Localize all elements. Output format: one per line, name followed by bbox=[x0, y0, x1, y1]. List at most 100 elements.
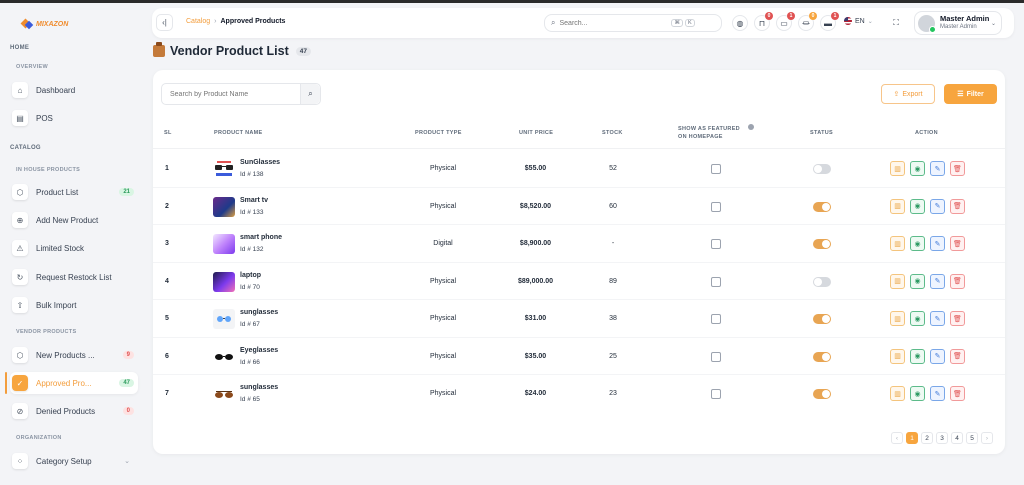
trash-icon: 🗑 bbox=[953, 240, 962, 248]
eye-icon: ◉ bbox=[914, 165, 921, 173]
edit-button[interactable]: ✎ bbox=[930, 386, 945, 401]
wallet-button[interactable]: ▬ 1 bbox=[820, 12, 839, 31]
sidebar-item-request-restock[interactable]: ↻ Request Restock List bbox=[10, 266, 138, 288]
product-type: Digital bbox=[433, 240, 453, 247]
product-name-link[interactable]: smart phone bbox=[240, 234, 282, 241]
view-button[interactable]: ◉ bbox=[910, 348, 925, 364]
view-button[interactable]: ◉ bbox=[910, 386, 925, 401]
edit-button[interactable]: ✎ bbox=[930, 311, 945, 326]
messages-badge: 1 bbox=[787, 12, 795, 20]
global-search-input[interactable] bbox=[559, 19, 670, 27]
edit-button[interactable]: ✎ bbox=[930, 161, 945, 176]
product-search-button[interactable]: ⌕ bbox=[300, 84, 320, 104]
pencil-icon: ✎ bbox=[934, 203, 941, 210]
delete-button[interactable]: 🗑 bbox=[950, 198, 965, 214]
sidebar-item-denied-products[interactable]: ⊘ Denied Products 0 bbox=[10, 400, 138, 422]
export-button[interactable]: ⇪ Export bbox=[881, 84, 935, 104]
featured-checkbox[interactable] bbox=[711, 389, 721, 399]
column-status: STATUS bbox=[810, 130, 833, 136]
pagination-page-4[interactable]: 4 bbox=[951, 432, 963, 444]
status-toggle[interactable] bbox=[813, 389, 831, 399]
status-toggle[interactable] bbox=[813, 164, 831, 174]
edit-button[interactable]: ✎ bbox=[930, 348, 945, 364]
status-toggle[interactable] bbox=[813, 201, 831, 212]
status-toggle[interactable] bbox=[813, 239, 831, 249]
delete-button[interactable]: 🗑 bbox=[950, 311, 965, 326]
orders-button[interactable]: ⊓ 0 bbox=[754, 12, 773, 31]
filter-button[interactable]: ☰ Filter bbox=[944, 84, 997, 104]
sidebar-item-pos[interactable]: ▤ POS bbox=[10, 107, 138, 129]
delete-button[interactable]: 🗑 bbox=[950, 273, 965, 289]
website-button[interactable]: ◍ bbox=[732, 15, 748, 31]
featured-checkbox[interactable] bbox=[711, 239, 721, 249]
product-name-link[interactable]: Smart tv bbox=[240, 197, 268, 204]
sidebar-item-new-products[interactable]: ⬡ New Products ... 9 bbox=[10, 344, 138, 366]
delete-button[interactable]: 🗑 bbox=[950, 386, 965, 401]
view-button[interactable]: ◉ bbox=[910, 311, 925, 326]
barcode-button[interactable]: ▥ bbox=[890, 386, 905, 401]
status-toggle[interactable] bbox=[813, 351, 831, 362]
edit-button[interactable]: ✎ bbox=[930, 273, 945, 289]
sidebar-item-bulk-import[interactable]: ⇧ Bulk Import bbox=[10, 294, 138, 316]
sidebar-item-add-new-product[interactable]: ⊕ Add New Product bbox=[10, 209, 138, 231]
user-menu[interactable]: Master Admin Master Admin ⌄ bbox=[914, 11, 1002, 35]
sidebar-item-limited-stock[interactable]: ⚠ Limited Stock bbox=[10, 237, 138, 259]
view-button[interactable]: ◉ bbox=[910, 273, 925, 289]
featured-checkbox[interactable] bbox=[711, 351, 721, 362]
barcode-button[interactable]: ▥ bbox=[890, 273, 905, 289]
pagination-page-5[interactable]: 5 bbox=[966, 432, 978, 444]
product-name-link[interactable]: sunglasses bbox=[240, 384, 278, 391]
sidebar-item-approved-products[interactable]: ✓ Approved Pro... 47 bbox=[10, 372, 138, 394]
eye-icon: ◉ bbox=[914, 390, 921, 398]
barcode-button[interactable]: ▥ bbox=[890, 348, 905, 364]
sidebar-item-category-setup[interactable]: ⁘ Category Setup ⌄ bbox=[10, 450, 138, 472]
column-action: ACTION bbox=[915, 130, 938, 136]
bank-icon: ⏛ bbox=[802, 18, 810, 28]
row-sl: 6 bbox=[165, 352, 169, 360]
info-icon[interactable] bbox=[748, 124, 754, 130]
pagination-page-1[interactable]: 1 bbox=[906, 432, 918, 444]
barcode-button[interactable]: ▥ bbox=[890, 311, 905, 326]
pagination-prev[interactable]: ‹ bbox=[891, 432, 903, 444]
view-button[interactable]: ◉ bbox=[910, 198, 925, 214]
featured-checkbox[interactable] bbox=[711, 164, 721, 174]
delete-button[interactable]: 🗑 bbox=[950, 236, 965, 251]
edit-button[interactable]: ✎ bbox=[930, 198, 945, 214]
featured-checkbox[interactable] bbox=[711, 314, 721, 324]
barcode-button[interactable]: ▥ bbox=[890, 198, 905, 214]
product-name-link[interactable]: sunglasses bbox=[240, 309, 278, 316]
view-button[interactable]: ◉ bbox=[910, 161, 925, 176]
status-toggle[interactable] bbox=[813, 314, 831, 324]
sidebar-section-catalog: CATALOG bbox=[10, 145, 41, 151]
product-search[interactable]: ⌕ bbox=[161, 83, 321, 105]
product-name-link[interactable]: SunGlasses bbox=[240, 159, 280, 166]
pagination-page-3[interactable]: 3 bbox=[936, 432, 948, 444]
product-id: Id # 66 bbox=[240, 358, 260, 366]
barcode-button[interactable]: ▥ bbox=[890, 161, 905, 176]
view-button[interactable]: ◉ bbox=[910, 236, 925, 251]
warning-icon: ⚠ bbox=[12, 240, 28, 256]
breadcrumb-catalog-link[interactable]: Catalog bbox=[186, 18, 210, 25]
bank-button[interactable]: ⏛ 0 bbox=[798, 12, 817, 31]
app-logo[interactable]: MIXAZON bbox=[22, 19, 68, 30]
delete-button[interactable]: 🗑 bbox=[950, 348, 965, 364]
status-toggle[interactable] bbox=[813, 276, 831, 287]
pagination-page-2[interactable]: 2 bbox=[921, 432, 933, 444]
pagination-next[interactable]: › bbox=[981, 432, 993, 444]
featured-checkbox[interactable] bbox=[711, 276, 721, 287]
sidebar-toggle-button[interactable]: ‹| bbox=[156, 14, 173, 31]
language-selector[interactable]: EN ⌄ bbox=[844, 17, 873, 25]
sidebar-item-product-list[interactable]: ⬡ Product List 21 bbox=[10, 181, 138, 203]
product-name-link[interactable]: Eyeglasses bbox=[240, 347, 278, 354]
sidebar-item-dashboard[interactable]: ⌂ Dashboard bbox=[10, 79, 138, 101]
product-search-input[interactable] bbox=[162, 90, 300, 98]
global-search[interactable]: ⌕ ⌘ K bbox=[544, 14, 722, 32]
delete-button[interactable]: 🗑 bbox=[950, 161, 965, 176]
featured-checkbox[interactable] bbox=[711, 201, 721, 212]
barcode-button[interactable]: ▥ bbox=[890, 236, 905, 251]
edit-button[interactable]: ✎ bbox=[930, 236, 945, 251]
messages-button[interactable]: ▭ 1 bbox=[776, 12, 795, 31]
product-name-link[interactable]: laptop bbox=[240, 272, 261, 279]
eye-icon: ◉ bbox=[914, 315, 921, 323]
fullscreen-button[interactable]: ⛶ bbox=[888, 15, 904, 31]
